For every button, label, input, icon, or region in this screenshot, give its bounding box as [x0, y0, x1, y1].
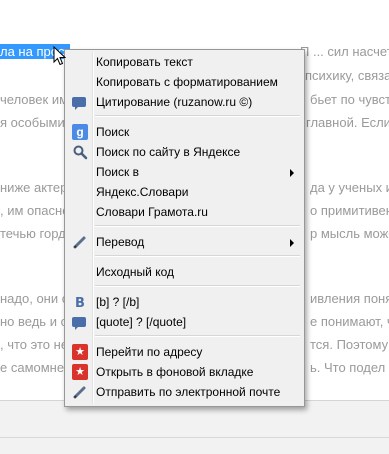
menu-item-open-background-tab[interactable]: ★ Открыть в фоновой вкладке: [67, 362, 302, 382]
article-line-8-left: надо, они ск: [0, 291, 74, 306]
menu-item-bold-tag[interactable]: B [b] ? [/b]: [67, 292, 302, 312]
article-line-1-right: П ... сил насчет прос: [300, 44, 389, 59]
menu-item-copy-formatted[interactable]: Копировать с форматированием: [67, 72, 302, 92]
menu-item-label: Копировать текст: [96, 55, 193, 69]
menu-item-label: [quote] ? [/quote]: [96, 315, 187, 329]
article-line-9-right: е понимают, что: [310, 314, 389, 329]
article-line-3-left: человек им: [0, 92, 69, 107]
menu-item-label: Поиск: [96, 125, 130, 139]
menu-item-label: Поиск по сайту в Яндексе: [96, 145, 241, 159]
article-line-5-right: да у ученых и п: [310, 180, 389, 195]
bottom-toolbar: [0, 400, 389, 454]
article-line-10-right: тся. Поэтому сн: [310, 337, 389, 352]
menu-item-label: Поиск в: [96, 165, 139, 179]
menu-item-label: Яндекс.Словари: [96, 185, 189, 199]
menu-item-copy-text[interactable]: Копировать текст: [67, 52, 302, 72]
menu-separator: [95, 255, 300, 257]
menu-separator: [95, 335, 300, 337]
article-line-8-right: ивления поняти: [310, 291, 389, 306]
pencil-icon: [72, 234, 88, 250]
menu-item-search-google[interactable]: g Поиск: [67, 122, 302, 142]
svg-text:B: B: [75, 296, 85, 310]
article-line-4-right: главной. Если: [306, 115, 389, 130]
menu-item-send-email[interactable]: Отправить по электронной почте: [67, 382, 302, 402]
menu-item-label: Копировать с форматированием: [96, 75, 278, 89]
google-icon: g: [72, 124, 88, 140]
menu-item-translate[interactable]: Перевод: [67, 232, 302, 252]
menu-item-search-yandex-site[interactable]: Поиск по сайту в Яндексе: [67, 142, 302, 162]
menu-item-quote-citation[interactable]: Цитирование (ruzanow.ru ©): [67, 92, 302, 112]
article-line-3-right: бьет по чувств: [310, 92, 389, 107]
star-icon: ★: [72, 364, 88, 380]
menu-item-gramota-dictionaries[interactable]: Словари Грамота.ru: [67, 202, 302, 222]
speech-bubble-icon: [72, 317, 86, 330]
menu-item-source-code[interactable]: Исходный код: [67, 262, 302, 282]
menu-item-label: Исходный код: [96, 265, 174, 279]
menu-item-label: Перевод: [96, 235, 145, 249]
menu-item-yandex-dictionaries[interactable]: Яндекс.Словари: [67, 182, 302, 202]
magnifier-icon: [72, 144, 88, 160]
menu-item-label: Перейти по адресу: [96, 345, 203, 359]
article-line-11-right: ь. Что подел: [310, 360, 386, 375]
menu-item-label: Цитирование (ruzanow.ru ©): [96, 95, 253, 109]
submenu-arrow-icon: [290, 169, 294, 177]
menu-item-go-to-address[interactable]: ★ Перейти по адресу: [67, 342, 302, 362]
menu-item-search-in[interactable]: Поиск в: [67, 162, 302, 182]
menu-separator: [95, 225, 300, 227]
pencil-icon: [72, 384, 88, 400]
article-line-6-right: о примитивен.: [310, 203, 389, 218]
article-line-7-right: р мысль може: [310, 226, 389, 241]
article-line-7-left: течью горд: [0, 226, 66, 241]
bottom-divider: [0, 437, 389, 438]
article-line-4-left: я особыми: [0, 115, 65, 130]
submenu-arrow-icon: [290, 239, 294, 247]
menu-separator: [95, 115, 300, 117]
article-line-6-left: , им опасно: [0, 203, 70, 218]
star-icon: ★: [72, 344, 88, 360]
menu-item-label: Словари Грамота.ru: [96, 205, 208, 219]
mouse-pointer-icon: [53, 46, 67, 66]
article-line-2-right: психику, связанную с ... психику, поня: [305, 68, 389, 83]
menu-item-label: Открыть в фоновой вкладке: [96, 365, 254, 379]
context-menu: Копировать текст Копировать с форматиров…: [64, 49, 305, 407]
article-line-10-left: , что это не: [0, 337, 69, 352]
menu-item-quote-tag[interactable]: [quote] ? [/quote]: [67, 312, 302, 332]
article-line-5-left: ниже актер: [0, 180, 68, 195]
article-line-11-left: е самомнен: [0, 360, 72, 375]
bold-b-icon: B: [72, 294, 88, 311]
speech-bubble-icon: [72, 97, 86, 110]
menu-item-label: Отправить по электронной почте: [96, 385, 281, 399]
menu-item-label: [b] ? [/b]: [96, 295, 140, 309]
menu-separator: [95, 285, 300, 287]
